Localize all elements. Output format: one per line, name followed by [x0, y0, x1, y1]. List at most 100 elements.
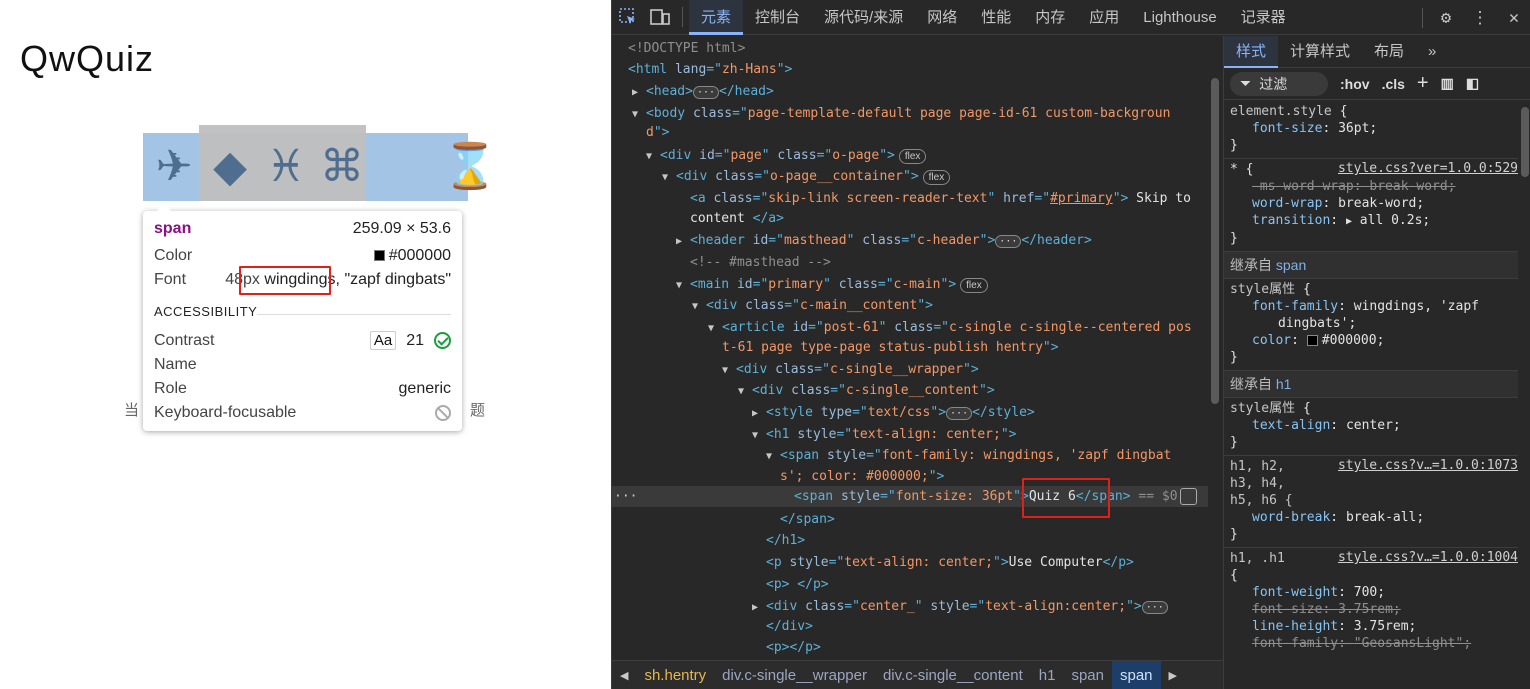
- hourglass-glyph: ⌛: [442, 141, 498, 192]
- dom-line[interactable]: ▼ <h1 style="text-align: center;">: [752, 424, 1016, 445]
- breadcrumb-wrapper[interactable]: div.c-single__wrapper: [714, 661, 875, 689]
- dom-line[interactable]: ▼ <div id="page" class="o-page"> flex: [646, 145, 927, 166]
- more-dots-icon: ···: [614, 489, 638, 504]
- rule-span-style-attr[interactable]: style属性 { font-family: wingdings, 'zapf …: [1224, 279, 1518, 371]
- tab-elements[interactable]: 元素: [689, 0, 744, 35]
- wingdings-title: ✈ ◆ ♓ ⌘ ⌛: [146, 136, 498, 198]
- more-options-icon[interactable]: ⋮: [1463, 8, 1497, 28]
- dom-line[interactable]: ▼ <span style="font-family: wingdings, 'z…: [766, 445, 1171, 466]
- tab-recorder[interactable]: 记录器: [1229, 0, 1298, 35]
- command-glyph: ⌘: [320, 141, 364, 192]
- breadcrumb-span-active[interactable]: span: [1112, 660, 1161, 689]
- dom-line[interactable]: <p style="text-align: center;">Use Compu…: [766, 552, 1134, 573]
- tooltip-accessibility-heading: ACCESSIBILITY: [154, 304, 258, 319]
- tab-sources[interactable]: 源代码/来源: [812, 0, 915, 35]
- dom-line[interactable]: s'; color: #000000;">: [780, 466, 944, 487]
- dom-line[interactable]: <p> </p>: [766, 574, 829, 595]
- breadcrumb-span[interactable]: span: [1063, 661, 1112, 689]
- dom-line[interactable]: d">: [646, 122, 669, 143]
- console-reveal-icon[interactable]: [1180, 488, 1197, 505]
- rule-universal[interactable]: style.css?ver=1.0.0:529 * { -ms-word-wra…: [1224, 159, 1518, 252]
- dom-line[interactable]: ▶ <style type="text/css"> ··· </style>: [752, 402, 1035, 423]
- device-toolbar-icon[interactable]: [644, 0, 676, 35]
- rule-headings[interactable]: style.css?v…=1.0.0:1073 h1, h2, h3, h4, …: [1224, 456, 1518, 548]
- dom-line[interactable]: ▼ <div class="c-main__content">: [692, 295, 933, 316]
- new-rule-icon[interactable]: +: [1417, 72, 1429, 95]
- tab-lighthouse[interactable]: Lighthouse: [1131, 0, 1228, 35]
- dom-line[interactable]: <html lang="zh-Hans">: [628, 59, 792, 80]
- dom-line[interactable]: ▶ <head> ··· </head>: [632, 81, 774, 102]
- tooltip-contrast-label: Contrast: [154, 332, 215, 349]
- dom-line[interactable]: <!DOCTYPE html>: [628, 38, 745, 59]
- tab-layout[interactable]: 布局: [1362, 36, 1416, 68]
- scroll-left-icon[interactable]: ◀: [612, 669, 636, 682]
- cls-toggle[interactable]: .cls: [1382, 76, 1405, 92]
- dom-line-selected[interactable]: ··· <span style="font-size: 36pt">Quiz 6…: [612, 486, 1208, 507]
- site-logo[interactable]: QwQuiz: [20, 38, 154, 80]
- tab-memory[interactable]: 内存: [1023, 0, 1077, 35]
- red-annotation-box-font: [239, 266, 331, 295]
- collapse-triangle-icon: ▼: [708, 323, 715, 334]
- breadcrumb-content[interactable]: div.c-single__content: [875, 661, 1031, 689]
- dom-line[interactable]: </div>: [766, 616, 813, 637]
- tooltip-font-label: Font: [154, 271, 187, 288]
- dom-line[interactable]: <!-- #masthead -->: [690, 252, 831, 273]
- tooltip-tag: span: [154, 220, 192, 237]
- scrollbar-thumb[interactable]: [1521, 107, 1529, 177]
- tab-application[interactable]: 应用: [1077, 0, 1131, 35]
- dom-line[interactable]: <p></p>: [766, 637, 821, 658]
- breadcrumb-article[interactable]: sh.hentry: [636, 661, 714, 689]
- source-link[interactable]: style.css?v…=1.0.0:1004: [1338, 550, 1518, 565]
- tab-network[interactable]: 网络: [915, 0, 969, 35]
- more-tabs-icon[interactable]: »: [1416, 36, 1448, 68]
- web-page: QwQuiz ✈ ◆ ♓ ⌘ ⌛ 当 题 span 259.09 × 53.6 …: [0, 0, 611, 689]
- expand-triangle-icon: ▶: [632, 87, 639, 98]
- dom-line[interactable]: content </a>: [690, 208, 784, 229]
- toggle-sidebar-icon[interactable]: ◧: [1466, 75, 1479, 92]
- tab-styles[interactable]: 样式: [1224, 36, 1279, 68]
- scrollbar-thumb[interactable]: [1211, 78, 1219, 404]
- dom-line[interactable]: ▼ <main id="primary" class="c-main"> flex: [676, 274, 988, 295]
- flex-badge: flex: [960, 278, 988, 293]
- devtools-panel: 元素 控制台 源代码/来源 网络 性能 内存 应用 Lighthouse 记录器…: [611, 0, 1530, 689]
- dom-line[interactable]: ▼ <body class="page-template-default page…: [632, 103, 1170, 124]
- dom-line[interactable]: ▼ <article id="post-61" class="c-single c…: [708, 317, 1192, 338]
- close-icon[interactable]: ✕: [1497, 8, 1530, 28]
- dom-line[interactable]: </h1>: [766, 530, 805, 551]
- tab-performance[interactable]: 性能: [969, 0, 1023, 35]
- dom-line[interactable]: ▼ <div class="c-single__wrapper">: [722, 359, 979, 380]
- styles-scrollbar[interactable]: [1518, 101, 1530, 689]
- settings-gear-icon[interactable]: ⚙: [1429, 8, 1463, 28]
- rule-h1-style-attr[interactable]: style属性 { text-align: center; }: [1224, 398, 1518, 456]
- tab-computed[interactable]: 计算样式: [1278, 36, 1362, 68]
- collapse-triangle-icon: ▼: [766, 451, 773, 462]
- dom-line[interactable]: ▶ <div class="center_" style="text-align:…: [752, 596, 1168, 617]
- breadcrumb-h1[interactable]: h1: [1031, 661, 1064, 689]
- tooltip-keyboard-label: Keyboard-focusable: [154, 404, 297, 421]
- tooltip-color-value: #000000: [388, 247, 451, 264]
- tab-console[interactable]: 控制台: [743, 0, 812, 35]
- dom-line[interactable]: </span>: [780, 509, 835, 530]
- dom-line[interactable]: ▼ <div class="o-page__container"> flex: [662, 166, 951, 187]
- page-text-fragment-left: 当: [124, 401, 140, 419]
- scroll-right-icon[interactable]: ▶: [1161, 669, 1185, 682]
- dom-line[interactable]: <a class="skip-link screen-reader-text" …: [690, 188, 1191, 209]
- tooltip-role-label: Role: [154, 380, 187, 397]
- rule-h1[interactable]: style.css?v…=1.0.0:1004 h1, .h1 { font-w…: [1224, 548, 1518, 656]
- collapse-triangle-icon: ▼: [662, 172, 669, 183]
- styles-filter-input[interactable]: ⏷ 过滤: [1230, 71, 1328, 96]
- paint-brush-icon[interactable]: ▥: [1441, 75, 1454, 92]
- elements-tree[interactable]: <!DOCTYPE html> <html lang="zh-Hans"> ▶ <…: [612, 36, 1208, 660]
- dom-line[interactable]: ▶ <header id="masthead" class="c-header">…: [676, 230, 1092, 251]
- check-circle-icon: [434, 332, 451, 350]
- inspect-element-icon[interactable]: [612, 0, 644, 35]
- rule-element-style[interactable]: element.style { font-size: 36pt; }: [1224, 101, 1518, 159]
- elements-scrollbar[interactable]: [1208, 36, 1222, 660]
- dom-line[interactable]: ▼ <div class="c-single__content">: [738, 380, 995, 401]
- source-link[interactable]: style.css?ver=1.0.0:529: [1338, 161, 1518, 176]
- source-link[interactable]: style.css?v…=1.0.0:1073: [1338, 458, 1518, 473]
- flex-badge: flex: [898, 149, 927, 164]
- red-annotation-box-text: [1022, 478, 1110, 518]
- dom-line[interactable]: t-61 page type-page status-publish hentr…: [722, 337, 1059, 358]
- hov-toggle[interactable]: :hov: [1340, 76, 1370, 92]
